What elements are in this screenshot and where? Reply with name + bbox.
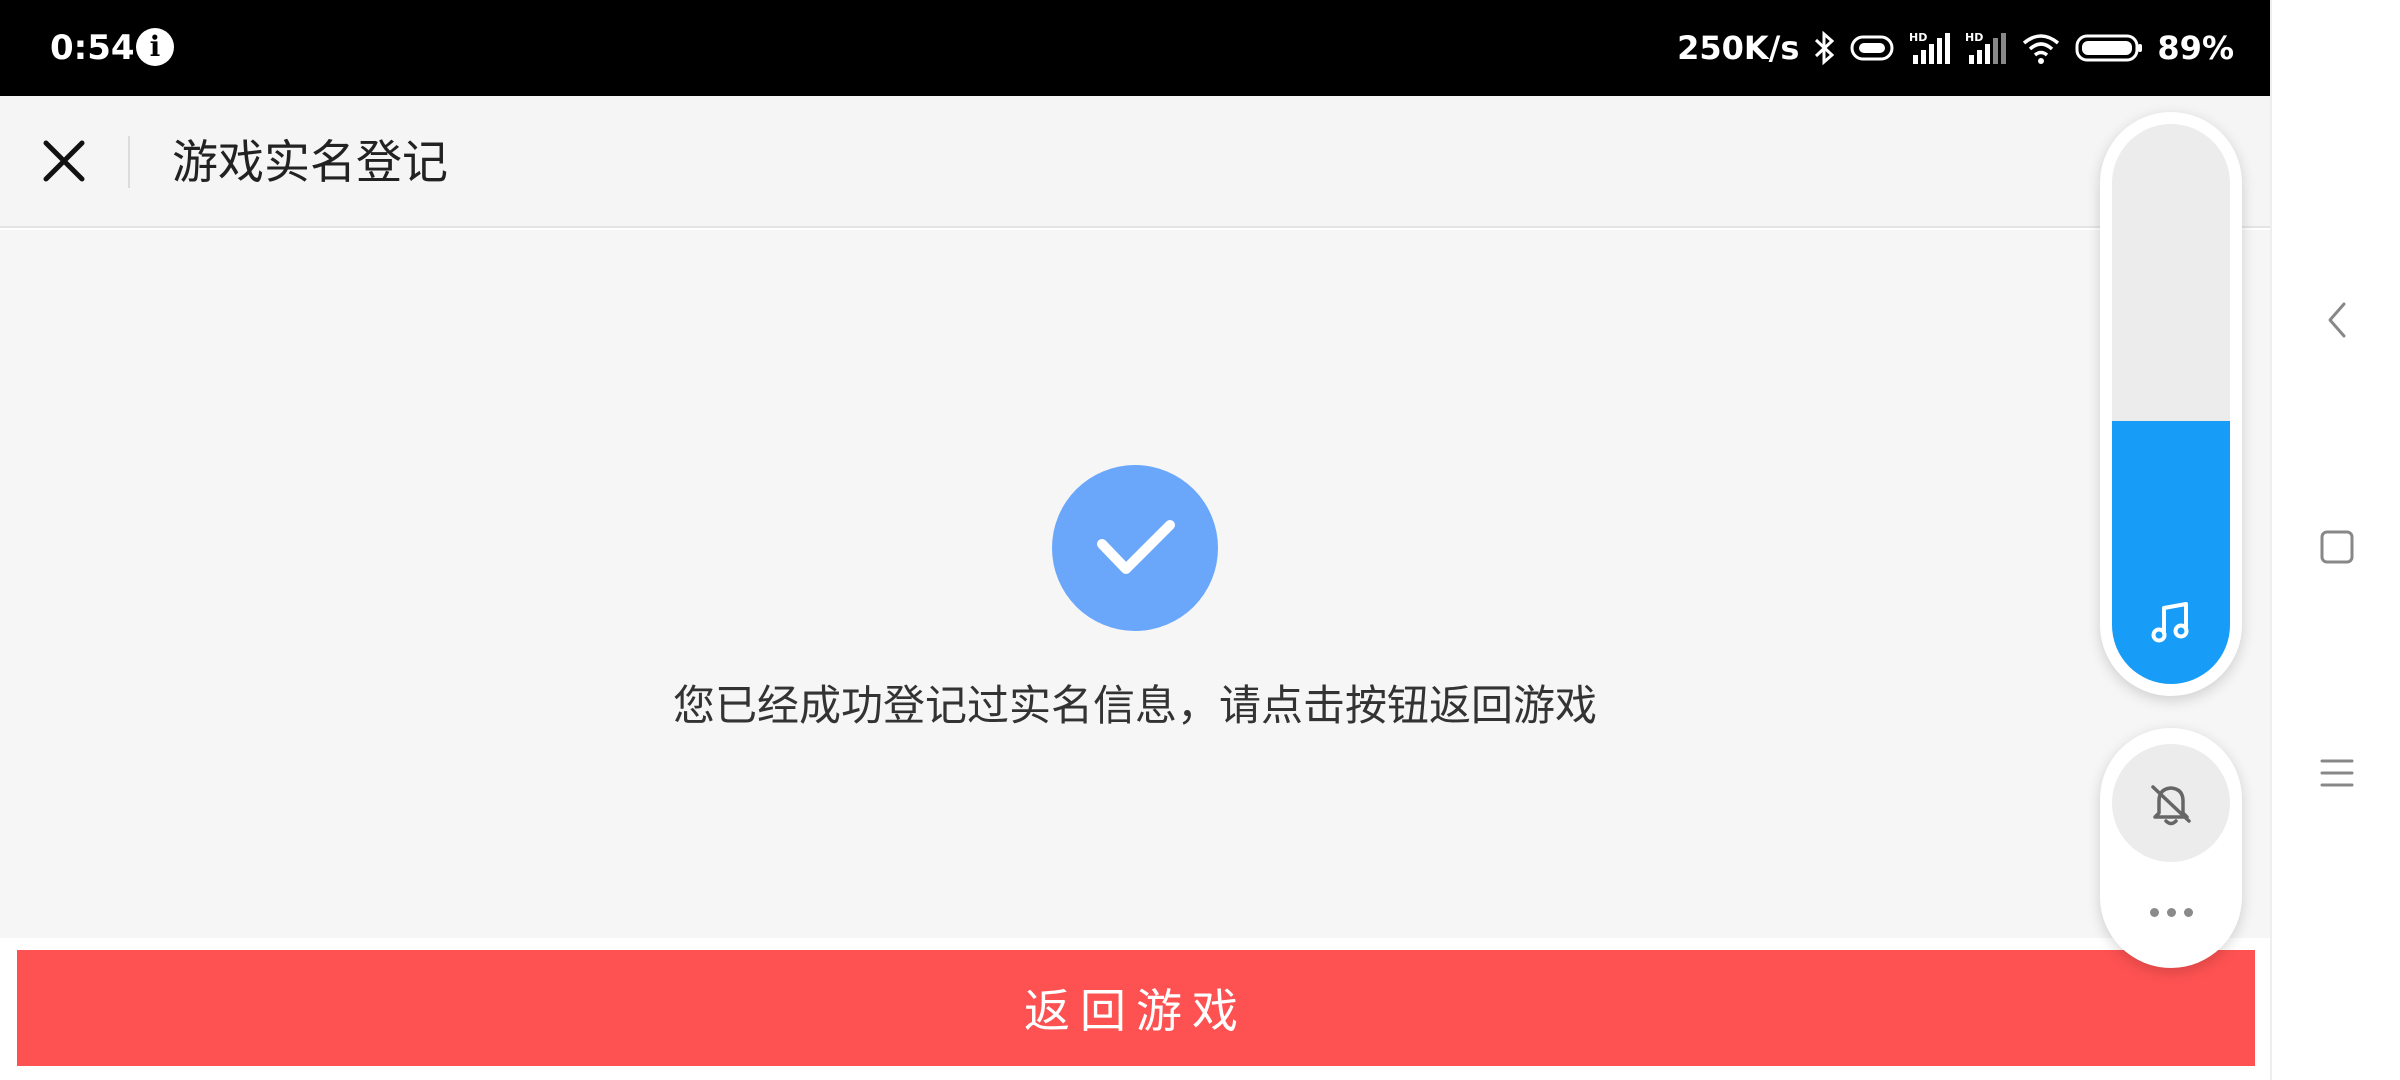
bell-off-icon (2151, 785, 2191, 826)
recents-icon (2320, 759, 2354, 787)
more-button[interactable] (2141, 894, 2201, 930)
vibrate-icon (1849, 33, 1895, 63)
network-speed: 250K/s (1677, 29, 1800, 67)
battery-icon (2075, 33, 2143, 63)
page-header: 游戏实名登记 (0, 96, 2270, 228)
svg-text:HD: HD (1965, 31, 1983, 44)
status-icons: 250K/s HD HD 89% (1677, 26, 2234, 70)
more-dots-icon (2149, 907, 2159, 917)
bottom-action-bar: 返回游戏 (0, 938, 2270, 1080)
music-note-icon (2143, 594, 2199, 650)
bluetooth-icon (1813, 31, 1835, 65)
checkmark-icon (1097, 520, 1175, 574)
info-icon: i (136, 28, 174, 66)
volume-panel (2100, 112, 2242, 696)
back-icon (2328, 302, 2346, 338)
wifi-icon (2021, 31, 2061, 65)
page-title: 游戏实名登记 (172, 135, 448, 189)
volume-slider[interactable] (2112, 124, 2230, 684)
status-time: 0:54 (50, 28, 135, 68)
status-bar: 0:54 i 250K/s HD HD 89% (0, 0, 2270, 96)
recents-button[interactable] (2302, 738, 2372, 808)
success-message: 您已经成功登记过实名信息，请点击按钮返回游戏 (672, 681, 1597, 730)
svg-text:HD: HD (1909, 31, 1927, 44)
success-badge (1052, 465, 1218, 631)
screen: 0:54 i 250K/s HD HD 89% 游戏实名登记 您已经成功登记过实… (0, 0, 2400, 1080)
content-area: 您已经成功登记过实名信息，请点击按钮返回游戏 (0, 230, 2270, 938)
back-button[interactable] (2302, 285, 2372, 355)
nav-bar (2270, 0, 2400, 1080)
return-to-game-button[interactable]: 返回游戏 (17, 950, 2255, 1066)
signal-hd-icon: HD (1909, 31, 1951, 65)
sound-mode-panel (2100, 728, 2242, 968)
battery-percent: 89% (2157, 29, 2234, 67)
close-icon (43, 140, 85, 182)
home-button[interactable] (2302, 512, 2372, 582)
mute-button[interactable] (2112, 744, 2230, 862)
close-button[interactable] (34, 126, 94, 196)
header-divider (128, 136, 130, 188)
home-icon (2320, 530, 2354, 564)
signal-hd-icon-2: HD (1965, 31, 2007, 65)
